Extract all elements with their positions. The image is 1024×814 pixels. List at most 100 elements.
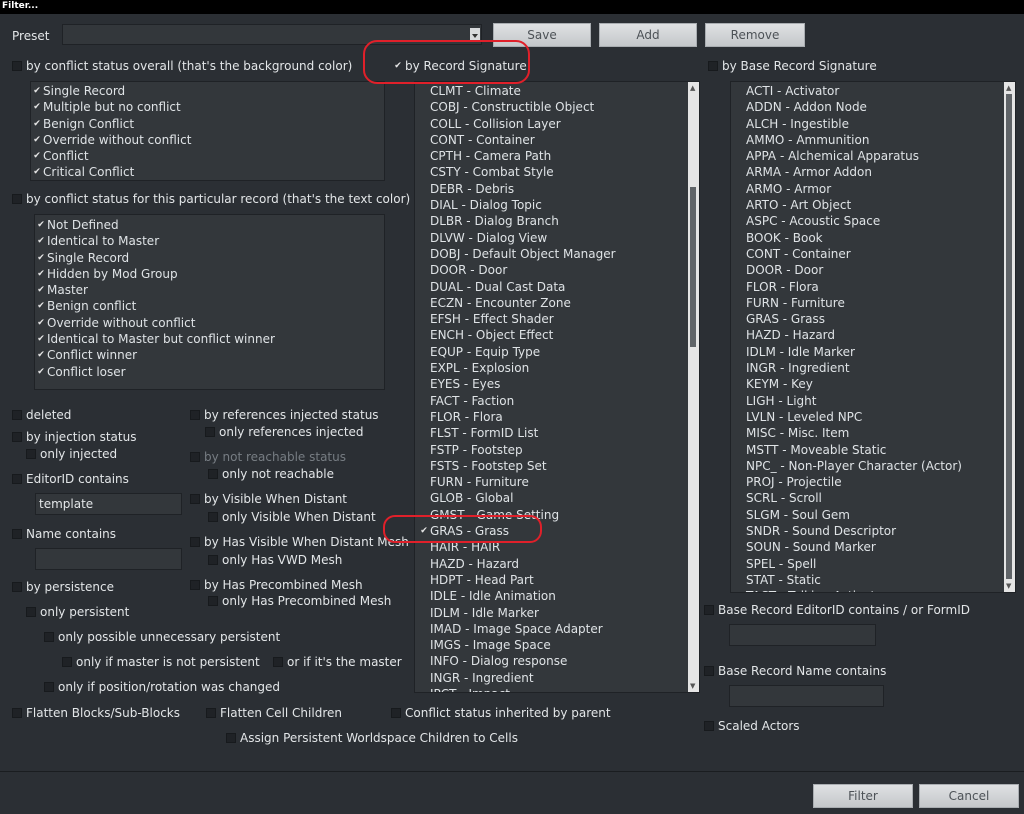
scroll-up-icon[interactable]: ▲	[690, 84, 695, 92]
base-editorid-checkbox[interactable]: Base Record EditorID contains / or FormI…	[704, 603, 970, 617]
list-item[interactable]: ✔ Critical Conflict	[31, 164, 384, 180]
list-item[interactable]: EXPL - Explosion	[418, 360, 699, 376]
base-signature-checkbox[interactable]: by Base Record Signature	[708, 59, 877, 73]
conflict-record-checkbox[interactable]: by conflict status for this particular r…	[12, 192, 410, 206]
checkbox-icon[interactable]	[208, 596, 218, 606]
list-item[interactable]: DOBJ - Default Object Manager	[418, 246, 699, 262]
list-item[interactable]: FSTP - Footstep	[418, 442, 699, 458]
list-item[interactable]: SOUN - Sound Marker	[734, 539, 1015, 555]
only-not-reachable-checkbox[interactable]: only not reachable	[208, 467, 334, 481]
list-item[interactable]: IDLM - Idle Marker	[418, 605, 699, 621]
list-item[interactable]: IMAD - Image Space Adapter	[418, 621, 699, 637]
list-item[interactable]: STAT - Static	[734, 572, 1015, 588]
persistence-checkbox[interactable]: by persistence	[12, 580, 114, 594]
checkmark-icon[interactable]: ✔	[35, 298, 47, 314]
only-precombined-mesh-checkbox[interactable]: only Has Precombined Mesh	[208, 594, 391, 608]
list-item[interactable]: DOOR - Door	[418, 262, 699, 278]
checkbox-icon[interactable]	[273, 657, 283, 667]
checkbox-icon[interactable]	[206, 708, 216, 718]
list-item[interactable]: CONT - Container	[418, 132, 699, 148]
list-item[interactable]: INGR - Ingredient	[418, 670, 699, 686]
list-item[interactable]: ✔ Identical to Master	[35, 233, 384, 249]
checkbox-icon[interactable]	[12, 474, 22, 484]
conflict-overall-list[interactable]: ✔ Single Record ✔ Multiple but no conflict ✔…	[30, 81, 385, 181]
remove-button[interactable]: Remove	[705, 23, 805, 47]
scroll-up-icon[interactable]: ▲	[1006, 84, 1011, 92]
scaled-actors-checkbox[interactable]: Scaled Actors	[704, 719, 800, 733]
checkbox-icon[interactable]	[62, 657, 72, 667]
or-if-master-checkbox[interactable]: or if it's the master	[273, 655, 402, 669]
list-item[interactable]: ARTO - Art Object	[734, 197, 1015, 213]
scroll-thumb[interactable]	[690, 187, 696, 347]
list-item[interactable]: DLVW - Dialog View	[418, 230, 699, 246]
unnecessary-persistent-checkbox[interactable]: only possible unnecessary persistent	[44, 630, 280, 644]
checkbox-icon[interactable]	[26, 449, 36, 459]
assign-persistent-checkbox[interactable]: Assign Persistent Worldspace Children to…	[226, 731, 518, 745]
base-signature-scrollbar[interactable]: ▲ ▼	[1004, 82, 1015, 592]
list-item[interactable]: EYES - Eyes	[418, 376, 699, 392]
list-item[interactable]: BOOK - Book	[734, 230, 1015, 246]
list-item[interactable]: FSTS - Footstep Set	[418, 458, 699, 474]
list-item[interactable]: ✔ Multiple but no conflict	[31, 99, 384, 115]
list-item[interactable]: CLMT - Climate	[418, 83, 699, 99]
not-reachable-checkbox[interactable]: by not reachable status	[190, 450, 346, 464]
checkbox-icon[interactable]	[190, 580, 200, 590]
checkbox-icon[interactable]	[190, 452, 200, 462]
list-item[interactable]: ✔ Not Defined	[35, 217, 384, 233]
checkbox-icon[interactable]	[190, 537, 200, 547]
add-button[interactable]: Add	[599, 23, 697, 47]
list-item[interactable]: IPCT - Impact	[418, 686, 699, 692]
base-name-input[interactable]	[729, 685, 884, 707]
checkbox-icon[interactable]	[12, 61, 22, 71]
list-item[interactable]: CPTH - Camera Path	[418, 148, 699, 164]
checkmark-icon[interactable]: ✔	[31, 116, 43, 132]
list-item[interactable]: HDPT - Head Part	[418, 572, 699, 588]
name-input[interactable]	[35, 548, 182, 570]
list-item[interactable]: ASPC - Acoustic Space	[734, 213, 1015, 229]
scroll-down-icon[interactable]: ▼	[690, 682, 695, 690]
checkmark-icon[interactable]: ✔	[35, 331, 47, 347]
list-item[interactable]: LIGH - Light	[734, 393, 1015, 409]
only-vwd-mesh-checkbox[interactable]: only Has VWD Mesh	[208, 553, 342, 567]
scroll-thumb[interactable]	[1006, 94, 1012, 579]
list-item[interactable]: ACTI - Activator	[734, 83, 1015, 99]
flatten-cell-children-checkbox[interactable]: Flatten Cell Children	[206, 706, 342, 720]
list-item[interactable]: ✔ Conflict	[31, 148, 384, 164]
list-item[interactable]: ALCH - Ingestible	[734, 116, 1015, 132]
checkbox-icon[interactable]	[708, 61, 718, 71]
list-item[interactable]: IDLE - Idle Animation	[418, 588, 699, 604]
flatten-blocks-checkbox[interactable]: Flatten Blocks/Sub-Blocks	[12, 706, 180, 720]
list-item[interactable]: SCRL - Scroll	[734, 490, 1015, 506]
list-item[interactable]: HAZD - Hazard	[734, 327, 1015, 343]
checkmark-icon[interactable]: ✔	[35, 315, 47, 331]
references-injected-checkbox[interactable]: by references injected status	[190, 408, 379, 422]
filter-button[interactable]: Filter	[813, 784, 913, 808]
list-item[interactable]: FLOR - Flora	[734, 279, 1015, 295]
list-item[interactable]: FLST - FormID List	[418, 425, 699, 441]
list-item[interactable]: DLBR - Dialog Branch	[418, 213, 699, 229]
precombined-mesh-checkbox[interactable]: by Has Precombined Mesh	[190, 578, 363, 592]
list-item[interactable]: CONT - Container	[734, 246, 1015, 262]
checkbox-icon[interactable]	[208, 555, 218, 565]
list-item[interactable]: EFSH - Effect Shader	[418, 311, 699, 327]
list-item[interactable]: GLOB - Global	[418, 490, 699, 506]
list-item[interactable]: FLOR - Flora	[418, 409, 699, 425]
list-item[interactable]: DEBR - Debris	[418, 181, 699, 197]
base-signature-list[interactable]: ACTI - Activator ADDN - Addon Node ALCH - …	[730, 81, 1016, 593]
checkmark-icon[interactable]: ✔	[35, 347, 47, 363]
vwd-mesh-checkbox[interactable]: by Has Visible When Distant Mesh	[190, 535, 409, 549]
list-item[interactable]: ✔ Benign conflict	[35, 298, 384, 314]
checkmark-icon[interactable]: ✔	[31, 164, 43, 180]
checkmark-icon[interactable]: ✔	[31, 132, 43, 148]
list-item[interactable]: ENCH - Object Effect	[418, 327, 699, 343]
only-injected-checkbox[interactable]: only injected	[26, 447, 117, 461]
cancel-button[interactable]: Cancel	[919, 784, 1019, 808]
editorid-contains-checkbox[interactable]: EditorID contains	[12, 472, 129, 486]
master-not-persistent-checkbox[interactable]: only if master is not persistent	[62, 655, 260, 669]
checkbox-icon[interactable]	[12, 432, 22, 442]
list-item[interactable]: MSTT - Moveable Static	[734, 442, 1015, 458]
list-item[interactable]: ✔ Hidden by Mod Group	[35, 266, 384, 282]
checkmark-icon[interactable]: ✔	[35, 282, 47, 298]
list-item[interactable]: ARMA - Armor Addon	[734, 164, 1015, 180]
conflict-inherited-checkbox[interactable]: Conflict status inherited by parent	[391, 706, 611, 720]
